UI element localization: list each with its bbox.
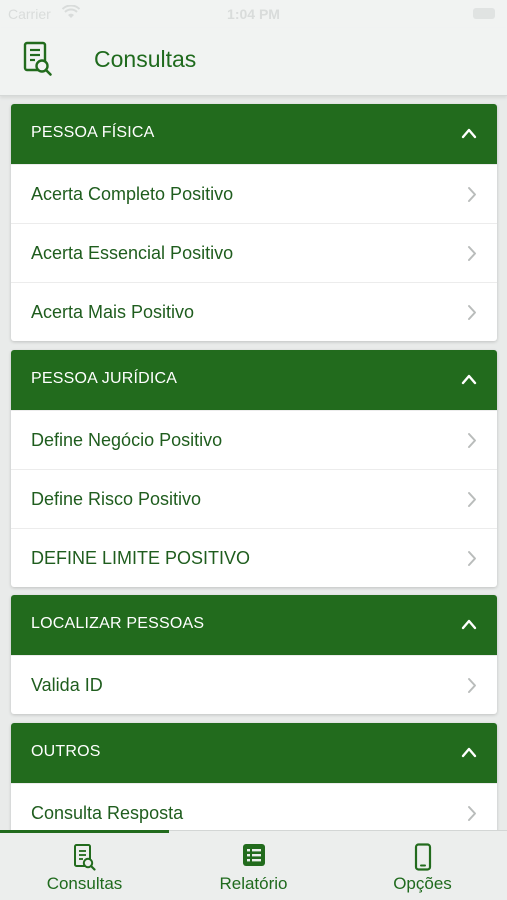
list-item[interactable]: Define Negócio Positivo [11, 410, 497, 469]
chevron-up-icon[interactable] [461, 126, 477, 145]
list-item-label: Acerta Mais Positivo [31, 302, 195, 322]
list-item-label: Consulta Resposta [31, 803, 184, 823]
section-header[interactable]: OUTROS [11, 723, 497, 783]
chevron-right-icon [467, 432, 477, 454]
list-item[interactable]: Acerta Essencial Positivo [11, 223, 497, 282]
list-item-label: Valida ID [31, 675, 103, 695]
chevron-right-icon [467, 304, 477, 326]
chevron-right-icon [467, 186, 477, 208]
tab-label: Relatório [219, 874, 288, 893]
document-search-icon [22, 40, 54, 83]
list-item[interactable]: DEFINE LIMITE POSITIVO [11, 528, 497, 587]
list-item[interactable]: Acerta Mais Positivo [11, 282, 497, 341]
list-item[interactable]: Consulta Resposta [11, 783, 497, 830]
tab-label: Consultas [46, 874, 123, 893]
section-localizar-pessoas: LOCALIZAR PESSOAS Valida ID [11, 595, 497, 714]
section-title: OUTROS [31, 743, 101, 760]
chevron-right-icon [467, 245, 477, 267]
list-item[interactable]: Define Risco Positivo [11, 469, 497, 528]
chevron-right-icon [467, 550, 477, 572]
content-area[interactable]: PESSOA FÍSICA Acerta Completo Positivo A… [0, 96, 507, 830]
section-title: LOCALIZAR PESSOAS [31, 615, 205, 632]
app-header: Consultas [0, 28, 507, 96]
section-pessoa-fisica: PESSOA FÍSICA Acerta Completo Positivo A… [11, 104, 497, 341]
page-title: Consultas [94, 46, 197, 72]
list-item[interactable]: Acerta Completo Positivo [11, 164, 497, 223]
chevron-up-icon[interactable] [461, 372, 477, 391]
section-pessoa-juridica: PESSOA JURÍDICA Define Negócio Positivo … [11, 350, 497, 587]
list-item-label: DEFINE LIMITE POSITIVO [31, 548, 251, 568]
tab-relatorio[interactable]: Relatório [169, 831, 338, 900]
list-icon [169, 843, 338, 867]
section-header[interactable]: LOCALIZAR PESSOAS [11, 595, 497, 655]
chevron-up-icon[interactable] [461, 617, 477, 636]
status-bar: Carrier 1:04 PM [0, 0, 507, 28]
tab-consultas[interactable]: Consultas [0, 831, 169, 900]
section-title: PESSOA FÍSICA [31, 124, 155, 141]
document-search-icon [0, 843, 169, 871]
tab-label: Opções [393, 874, 452, 893]
chevron-right-icon [467, 805, 477, 827]
tab-bar: Consultas Relatório Opções [0, 830, 507, 900]
section-header[interactable]: PESSOA FÍSICA [11, 104, 497, 164]
chevron-up-icon[interactable] [461, 745, 477, 764]
status-time: 1:04 PM [227, 6, 280, 22]
tab-opcoes[interactable]: Opções [338, 831, 507, 900]
section-header[interactable]: PESSOA JURÍDICA [11, 350, 497, 410]
phone-icon [338, 843, 507, 871]
section-title: PESSOA JURÍDICA [31, 370, 178, 387]
list-item-label: Acerta Essencial Positivo [31, 243, 234, 263]
list-item[interactable]: Valida ID [11, 655, 497, 714]
list-item-label: Define Negócio Positivo [31, 430, 223, 450]
chevron-right-icon [467, 491, 477, 513]
section-outros: OUTROS Consulta Resposta [11, 723, 497, 830]
chevron-right-icon [467, 677, 477, 699]
list-item-label: Define Risco Positivo [31, 489, 202, 509]
list-item-label: Acerta Completo Positivo [31, 184, 234, 204]
battery-icon [473, 8, 495, 19]
